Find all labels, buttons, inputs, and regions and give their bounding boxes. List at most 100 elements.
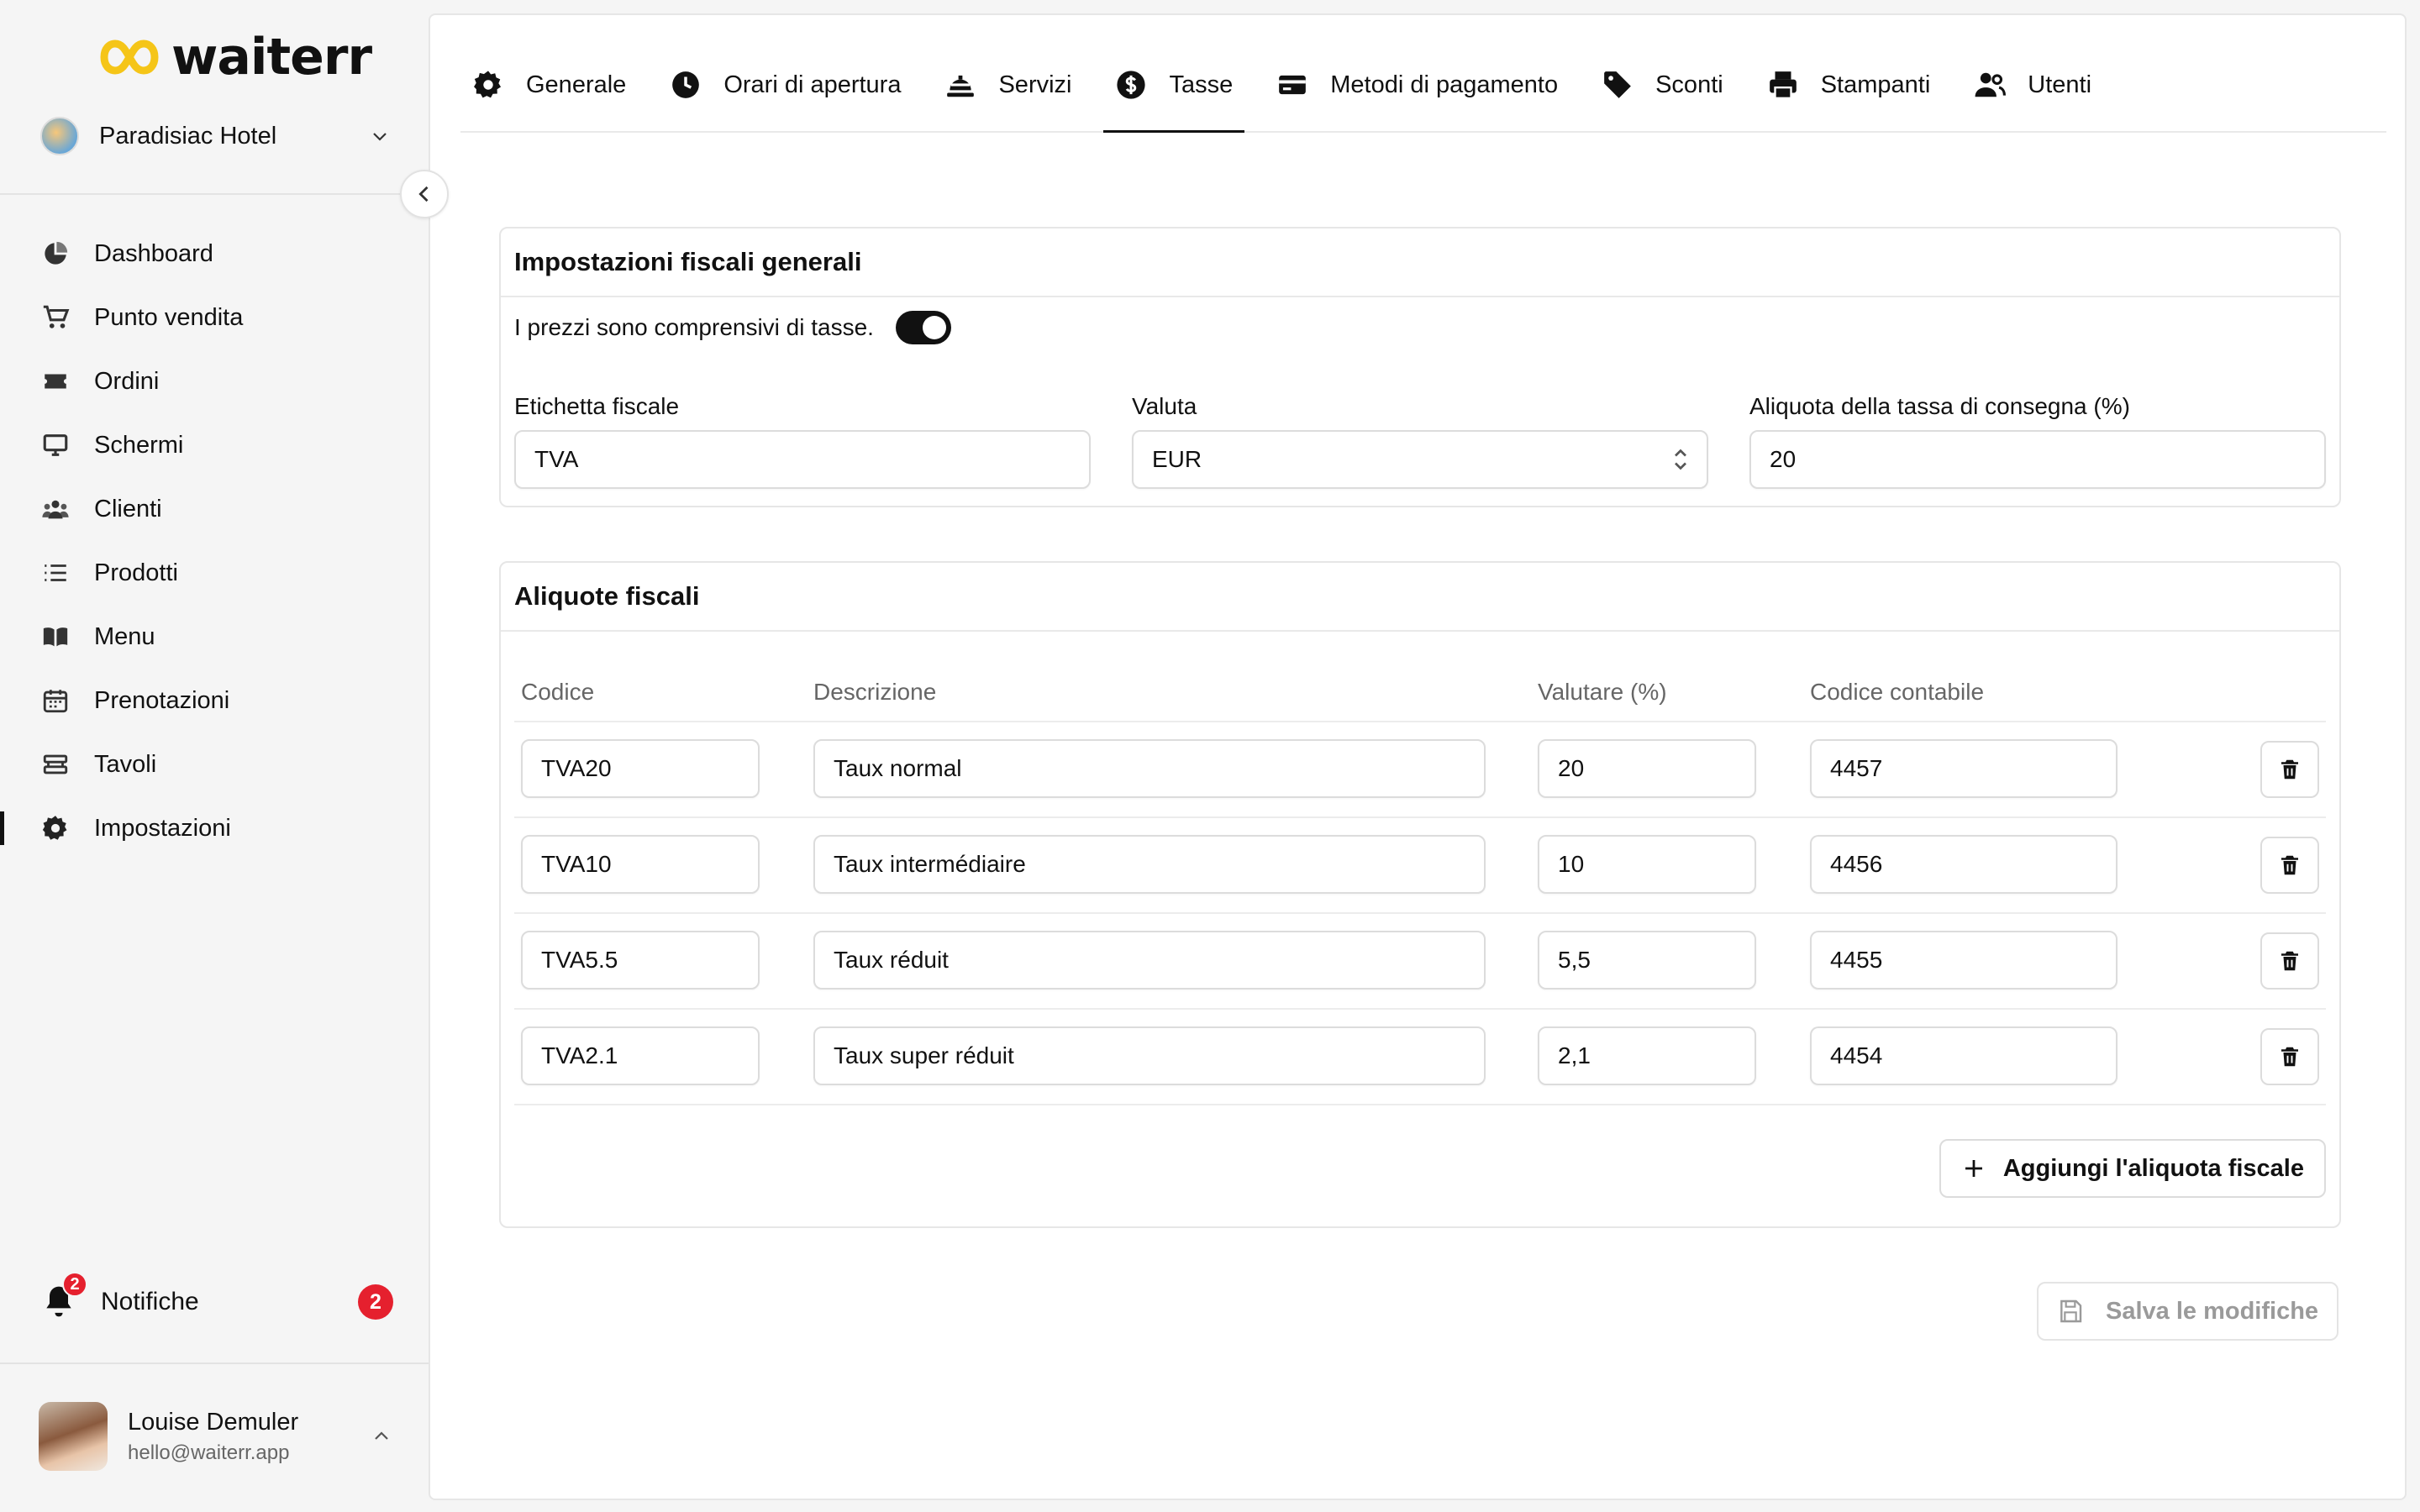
sidebar-item-orders[interactable]: Ordini [0,349,429,413]
rate-input[interactable]: 10 [1538,835,1756,894]
save-changes-label: Salva le modifiche [2106,1297,2319,1325]
tax-label-field: Etichetta fiscale TVA [514,393,1091,489]
sidebar-item-products[interactable]: Prodotti [0,541,429,605]
book-open-icon [40,622,71,652]
table-row: TVA20 Taux normal 20 4457 [514,722,2326,818]
plus-icon [1965,1160,1982,1177]
sidebar-divider [0,193,429,195]
tab-opening-hours[interactable]: Orari di apertura [658,39,913,131]
account-code-input[interactable]: 4456 [1810,835,2118,894]
sidebar-item-pos[interactable]: Punto vendita [0,286,429,349]
gear-icon [474,71,502,98]
sidebar-item-dashboard[interactable]: Dashboard [0,222,429,286]
hotel-avatar [40,117,79,155]
description-input[interactable]: Taux réduit [813,931,1486,990]
tab-discounts[interactable]: Sconti [1590,39,1735,131]
sidebar-nav: Dashboard Punto vendita Ordini Schermi C… [0,222,429,860]
chart-pie-icon [40,239,71,269]
tab-label: Stampanti [1820,71,1931,98]
chevron-left-icon [418,186,429,202]
sidebar-item-label: Schermi [94,431,184,459]
tab-users[interactable]: Utenti [1962,39,2103,131]
code-input[interactable]: TVA5.5 [521,931,760,990]
tab-services[interactable]: Servizi [933,39,1083,131]
rate-input[interactable]: 20 [1538,739,1756,798]
delete-rate-button[interactable] [2260,1028,2319,1085]
input-value: Taux intermédiaire [834,851,1026,877]
settings-tabs: Generale Orari di apertura Servizi Tasse… [460,39,2386,133]
tab-general[interactable]: Generale [460,39,638,131]
account-code-input[interactable]: 4455 [1810,931,2118,990]
table-header: Codice Descrizione Valutare (%) Codice c… [514,662,2326,722]
user-info: Louise Demuler hello@waiterr.app [128,1409,351,1465]
field-label: Aliquota della tassa di consegna (%) [1749,393,2130,419]
trash-icon [2281,855,2298,875]
tax-label-input[interactable]: TVA [514,430,1091,489]
user-menu[interactable]: Louise Demuler hello@waiterr.app [39,1401,392,1472]
description-input[interactable]: Taux intermédiaire [813,835,1486,894]
sidebar-item-tables[interactable]: Tavoli [0,732,429,796]
chevron-down-icon [373,133,387,141]
cart-icon [40,302,71,333]
delete-rate-button[interactable] [2260,932,2319,990]
add-tax-rate-button[interactable]: Aggiungi l'aliquota fiscale [1939,1139,2326,1198]
sidebar-item-menu[interactable]: Menu [0,605,429,669]
tab-label: Tasse [1169,71,1234,98]
hotel-switcher[interactable]: Paradisiac Hotel [40,109,390,163]
calendar-icon [40,685,71,716]
list-icon [40,558,71,588]
tab-label: Generale [526,71,627,98]
field-label: Valuta [1132,393,1197,419]
sidebar-item-label: Prodotti [94,559,178,586]
tab-label: Sconti [1655,71,1723,98]
trash-icon [2281,1047,2298,1067]
toggle-label: I prezzi sono comprensivi di tasse. [514,314,874,340]
user-name: Louise Demuler [128,1408,299,1436]
account-code-input[interactable]: 4454 [1810,1026,2118,1085]
tab-printers[interactable]: Stampanti [1755,39,1943,131]
notifications-label: Notifiche [101,1288,199,1315]
collapse-sidebar-button[interactable] [400,170,449,218]
notification-count-badge: 2 [358,1284,393,1320]
input-value: Taux normal [834,755,962,781]
save-changes-button[interactable]: Salva le modifiche [2037,1282,2339,1341]
sidebar-item-clients[interactable]: Clienti [0,477,429,541]
sidebar-item-settings[interactable]: Impostazioni [0,796,429,860]
sidebar-item-screens[interactable]: Schermi [0,413,429,477]
rate-input[interactable]: 5,5 [1538,931,1756,990]
description-input[interactable]: Taux normal [813,739,1486,798]
code-input[interactable]: TVA20 [521,739,760,798]
input-value: 2,1 [1558,1042,1591,1068]
description-input[interactable]: Taux super réduit [813,1026,1486,1085]
delete-rate-button[interactable] [2260,837,2319,894]
sidebar-item-reservations[interactable]: Prenotazioni [0,669,429,732]
delete-rate-button[interactable] [2260,741,2319,798]
table-row: TVA10 Taux intermédiaire 10 4456 [514,818,2326,914]
monitor-icon [40,430,71,460]
code-input[interactable]: TVA2.1 [521,1026,760,1085]
gear-icon [40,813,71,843]
rate-input[interactable]: 2,1 [1538,1026,1756,1085]
prices-include-tax-toggle[interactable] [895,311,951,344]
input-value: 10 [1558,851,1585,877]
hotel-name: Paradisiac Hotel [99,122,277,150]
notifications-button[interactable]: 2 Notifiche 2 [40,1272,393,1329]
tab-label: Metodi di pagamento [1330,71,1559,98]
input-value: 20 [1558,755,1585,781]
sidebar-item-label: Menu [94,622,155,650]
code-input[interactable]: TVA10 [521,835,760,894]
tab-taxes[interactable]: Tasse [1103,39,1245,133]
delivery-tax-rate-input[interactable]: 20 [1749,430,2326,489]
sidebar-item-label: Ordini [94,367,160,395]
sidebar-item-label: Dashboard [94,239,213,267]
users-group-icon [40,494,71,524]
input-value: TVA5.5 [541,947,618,973]
input-value: TVA [534,446,579,472]
settings-panel: Generale Orari di apertura Servizi Tasse… [429,13,2407,1500]
users-icon [1975,72,2007,97]
tab-payment-methods[interactable]: Metodi di pagamento [1265,39,1570,131]
brand-logo[interactable]: waiterr [97,28,372,87]
floppy-disk-icon [2060,1299,2082,1323]
account-code-input[interactable]: 4457 [1810,739,2118,798]
currency-select[interactable]: EUR [1132,430,1708,489]
